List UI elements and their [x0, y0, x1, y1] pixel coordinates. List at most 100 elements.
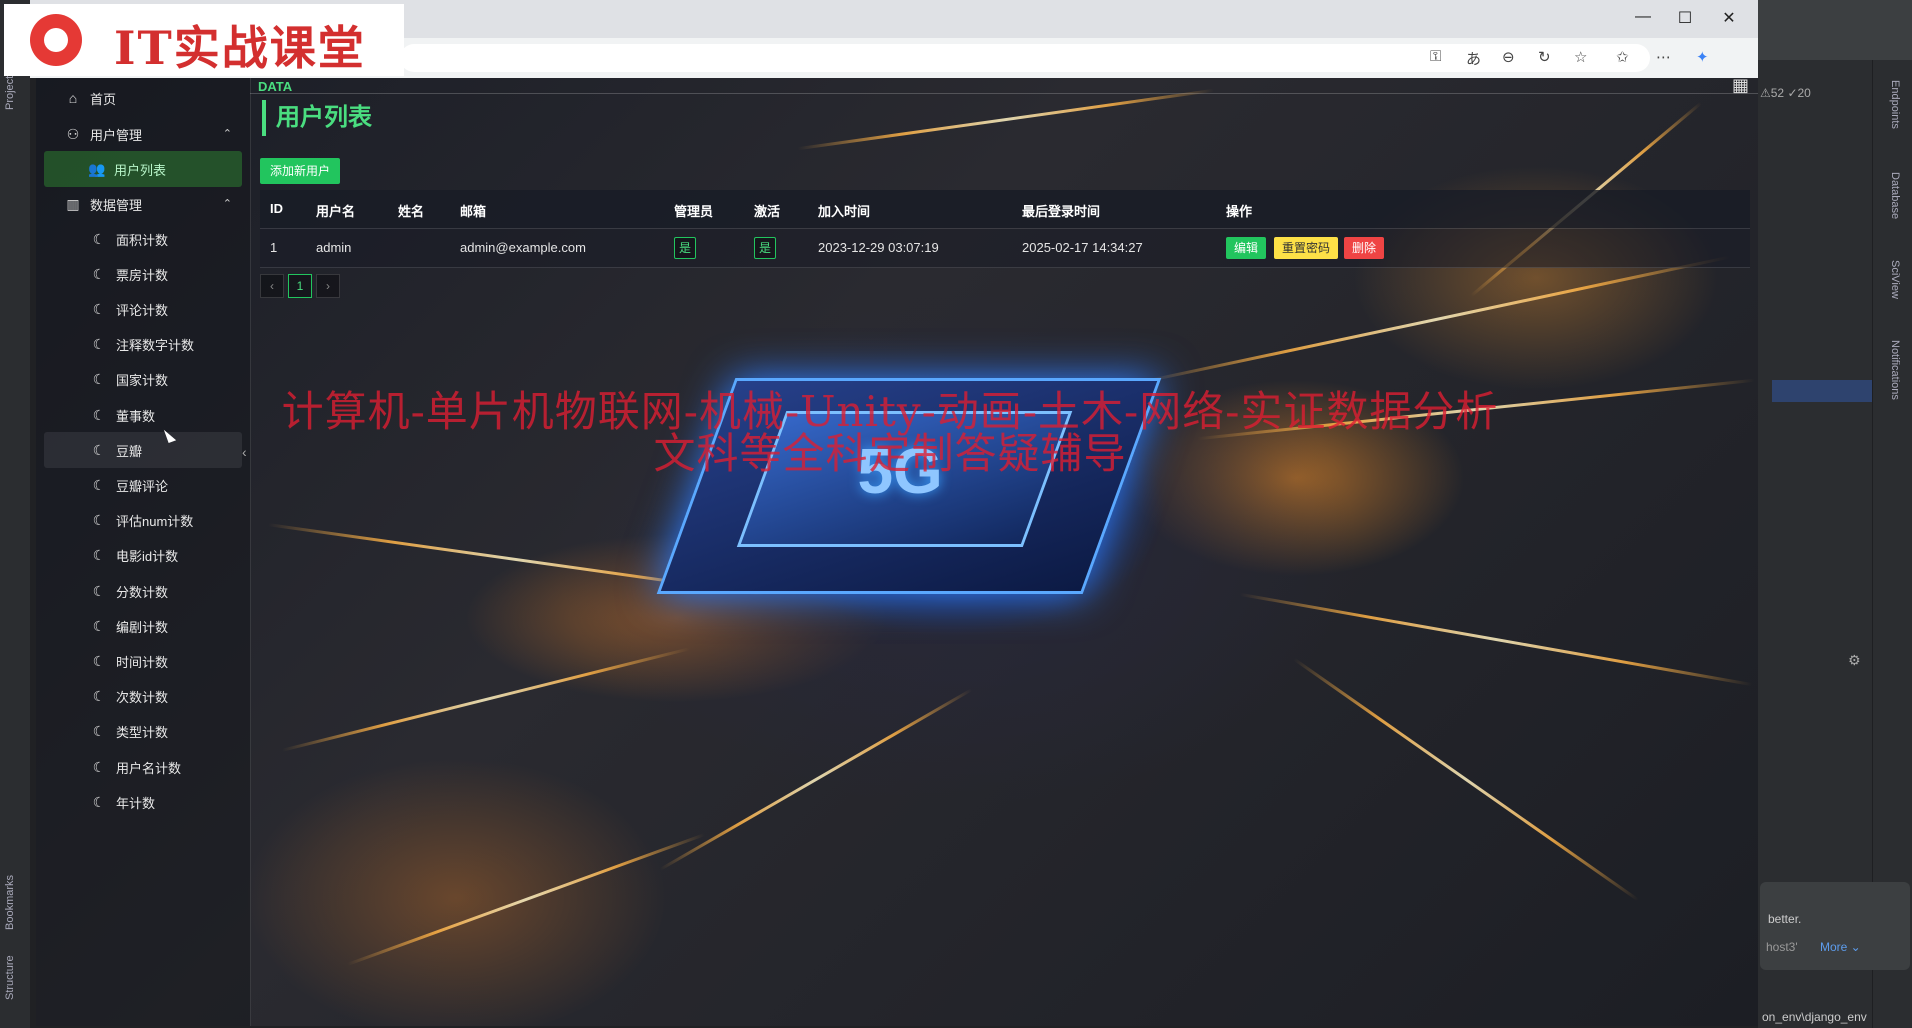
ide-notification: better. host3' More ⌄	[1760, 882, 1910, 970]
pagination-prev[interactable]: ‹	[260, 274, 284, 298]
cell-username: admin	[316, 240, 352, 255]
moon-icon: ☾	[92, 652, 106, 669]
minimize-button[interactable]: —	[1628, 8, 1658, 26]
cell-last-login: 2025-02-17 14:34:27	[1022, 240, 1143, 255]
sidebar-item-label: 时间计数	[116, 654, 169, 670]
star-icon[interactable]: ☆	[1574, 48, 1587, 66]
cell-joined: 2023-12-29 03:07:19	[818, 240, 939, 255]
logo: IT实战课堂	[4, 4, 404, 76]
col-last-login: 最后登录时间	[1022, 204, 1101, 219]
ide-notification-more[interactable]: More ⌄	[1820, 940, 1861, 954]
moon-icon: ☾	[92, 723, 106, 740]
sidebar-item-label: 面积计数	[116, 232, 169, 248]
sidebar-item-data-0[interactable]: ☾ 面积计数	[36, 221, 250, 257]
sidebar: ⌂ 首页 ⚇ 用户管理 ⌃ 👥 用户列表 ▥ 数据管理 ⌃ ☾ 面积计数 ☾ 票房计数 ☾ 评论计…	[36, 78, 251, 1026]
col-actions: 操作	[1226, 204, 1253, 219]
user-group-icon: ⚇	[66, 125, 80, 142]
brand-label: DATA	[258, 79, 293, 94]
moon-icon: ☾	[92, 265, 106, 282]
sidebar-item-label: 分数计数	[116, 584, 169, 600]
pagination-page[interactable]: 1	[288, 274, 312, 298]
ide-notification-prefix: host3'	[1766, 940, 1798, 954]
sidebar-group-user-mgmt[interactable]: ⚇ 用户管理 ⌃	[36, 116, 250, 152]
chevron-up-icon: ⌃	[222, 128, 232, 140]
key-icon[interactable]: ⚿	[1430, 48, 1441, 65]
sidebar-item-label: 类型计数	[116, 725, 169, 741]
users-icon: 👥	[88, 160, 106, 177]
reset-password-button[interactable]: 重置密码	[1274, 237, 1339, 259]
sidebar-item-data-1[interactable]: ☾ 票房计数	[36, 256, 250, 292]
watermark-line-2: 文科等全科定制答疑辅导	[653, 429, 1127, 478]
sidebar-item-label: 评估num计数	[116, 514, 194, 530]
logo-icon	[30, 14, 82, 66]
ide-project-label[interactable]: Project	[4, 76, 16, 110]
sidebar-item-label: 豆瓣	[116, 443, 143, 459]
maximize-button[interactable]: ☐	[1670, 8, 1700, 28]
web-page: 5G ⌂ 首页 ⚇ 用户管理 ⌃ 👥 用户列表 ▥ 数据管理 ⌃ ☾ 面积计数 ☾ 票房计数 ☾…	[36, 78, 1758, 1026]
moon-icon: ☾	[92, 230, 106, 247]
gear-icon[interactable]: ⚙	[1848, 652, 1861, 669]
moon-icon: ☾	[92, 476, 106, 493]
moon-icon: ☾	[92, 547, 106, 564]
sidebar-item-data-9[interactable]: ☾ 电影id计数	[36, 538, 250, 574]
moon-icon: ☾	[92, 371, 106, 388]
favorites-icon[interactable]: ✩	[1616, 48, 1629, 66]
zoom-out-icon[interactable]: ⊖	[1502, 48, 1515, 66]
col-admin: 管理员	[674, 204, 714, 219]
sidebar-item-label: 评论计数	[116, 302, 169, 318]
sidebar-item-label: 次数计数	[116, 690, 169, 706]
sidebar-item-data-15[interactable]: ☾ 用户名计数	[36, 749, 250, 785]
col-email: 邮箱	[460, 204, 487, 219]
more-icon[interactable]: ⋯	[1656, 48, 1671, 66]
moon-icon: ☾	[92, 582, 106, 599]
moon-icon: ☾	[92, 512, 106, 529]
bar-chart-icon: ▥	[66, 195, 80, 212]
sidebar-item-data-13[interactable]: ☾ 次数计数	[36, 679, 250, 715]
sidebar-item-data-3[interactable]: ☾ 注释数字计数	[36, 327, 250, 363]
moon-icon: ☾	[92, 300, 106, 317]
sidebar-item-data-16[interactable]: ☾ 年计数	[36, 784, 250, 820]
close-button[interactable]: ✕	[1714, 8, 1744, 28]
home-icon: ⌂	[68, 90, 78, 106]
ide-status-path: on_env\django_env	[1762, 1010, 1867, 1024]
ide-bookmarks-label[interactable]: Bookmarks	[4, 875, 16, 930]
sidebar-item-data-12[interactable]: ☾ 时间计数	[36, 643, 250, 679]
ide-inspection-stats[interactable]: ⚠52 ✓20	[1760, 86, 1811, 100]
refresh-icon[interactable]: ↻	[1538, 48, 1551, 66]
ide-notification-text: better.	[1768, 912, 1802, 926]
chevron-up-icon: ⌃	[222, 198, 232, 210]
col-active: 激活	[754, 204, 781, 219]
sidebar-item-data-2[interactable]: ☾ 评论计数	[36, 291, 250, 327]
ide-sciview-label[interactable]: SciView	[1889, 260, 1901, 299]
sidebar-item-data-14[interactable]: ☾ 类型计数	[36, 714, 250, 750]
cell-email: admin@example.com	[460, 240, 586, 255]
sidebar-item-data-10[interactable]: ☾ 分数计数	[36, 573, 250, 609]
apps-grid-icon[interactable]: ▦	[1732, 78, 1749, 100]
url-field[interactable]	[400, 44, 1650, 72]
sidebar-item-label: 用户名计数	[116, 760, 182, 776]
ide-structure-label[interactable]: Structure	[4, 955, 16, 1000]
copilot-icon[interactable]: ✦	[1696, 48, 1709, 66]
pagination-next[interactable]: ›	[316, 274, 340, 298]
col-id: ID	[270, 201, 283, 216]
ide-database-label[interactable]: Database	[1889, 172, 1901, 219]
sidebar-item-data-8[interactable]: ☾ 评估num计数	[36, 503, 250, 539]
moon-icon: ☾	[92, 758, 106, 775]
add-user-button[interactable]: 添加新用户	[260, 158, 341, 184]
translate-icon[interactable]: あ	[1466, 48, 1481, 69]
sidebar-group-data-mgmt[interactable]: ▥ 数据管理 ⌃	[36, 186, 250, 222]
moon-icon: ☾	[92, 406, 106, 423]
sidebar-item-label: 国家计数	[116, 373, 169, 389]
sidebar-item-home[interactable]: ⌂ 首页	[36, 80, 250, 116]
ide-notifications-label[interactable]: Notifications	[1889, 340, 1901, 400]
sidebar-item-user-list[interactable]: 👥 用户列表	[44, 151, 242, 187]
delete-button[interactable]: 删除	[1344, 237, 1385, 259]
ide-endpoints-label[interactable]: Endpoints	[1889, 80, 1901, 129]
col-username: 用户名	[316, 204, 356, 219]
sidebar-item-data-11[interactable]: ☾ 编剧计数	[36, 608, 250, 644]
moon-icon: ☾	[92, 617, 106, 634]
col-name: 姓名	[398, 204, 425, 219]
moon-icon: ☾	[92, 793, 106, 810]
edit-button[interactable]: 编辑	[1226, 237, 1267, 259]
sidebar-item-label: 年计数	[116, 795, 156, 811]
